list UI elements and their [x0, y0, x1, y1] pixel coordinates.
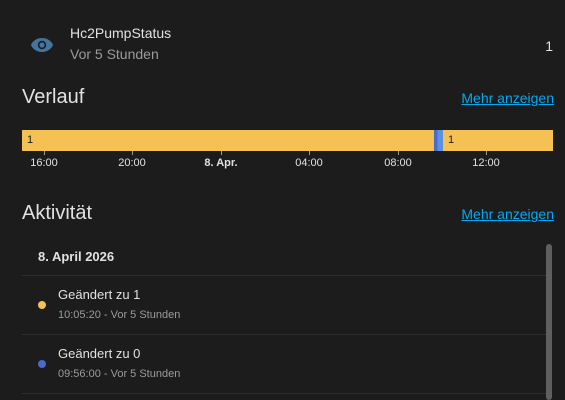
activity-log: 8. April 2026 Geändert zu 1 10:05:20 - V…: [22, 238, 547, 400]
entry-title: Geändert zu 0: [58, 346, 141, 361]
entry-time: 09:56:00 - Vor 5 Stunden: [58, 368, 181, 380]
timeline-segment-state-1[interactable]: 1: [22, 130, 434, 151]
entity-last-changed: Vor 5 Stunden: [70, 46, 159, 62]
axis-tick-mark: [44, 151, 45, 155]
state-dot: [38, 360, 46, 368]
axis-tick-mark: [486, 151, 487, 155]
log-entry[interactable]: Geändert zu 1 10:05:20 - Vor 5 Stunden: [22, 276, 547, 334]
timeline-segment-state-0[interactable]: [434, 130, 443, 151]
history-title: Verlauf: [22, 86, 85, 108]
eye-icon: [30, 37, 54, 53]
log-date-header: 8. April 2026: [38, 249, 115, 264]
activity-scrollbar[interactable]: [546, 244, 552, 400]
timeline-segment-label: 1: [27, 134, 34, 146]
axis-tick-label: 12:00: [472, 157, 500, 169]
axis-tick-mark: [132, 151, 133, 155]
axis-tick-label: 08:00: [384, 157, 412, 169]
history-more-link[interactable]: Mehr anzeigen: [461, 90, 554, 106]
entity-name: Hc2PumpStatus: [70, 25, 172, 41]
axis-tick-mark: [221, 151, 222, 155]
entry-time: 10:05:20 - Vor 5 Stunden: [58, 309, 181, 321]
timeline-segment-label: 1: [448, 134, 455, 146]
axis-tick-label: 16:00: [30, 157, 58, 169]
timeline-segment-state-1[interactable]: 1: [443, 130, 553, 151]
divider: [22, 393, 547, 394]
entity-state: 1: [545, 38, 553, 54]
log-entry[interactable]: Geändert zu 0 09:56:00 - Vor 5 Stunden: [22, 335, 547, 393]
entry-title: Geändert zu 1: [58, 287, 141, 302]
axis-tick-mark: [398, 151, 399, 155]
axis-tick-mark: [309, 151, 310, 155]
entity-row[interactable]: Hc2PumpStatus Vor 5 Stunden 1: [0, 18, 565, 70]
activity-more-link[interactable]: Mehr anzeigen: [461, 206, 554, 222]
axis-tick-label: 8. Apr.: [204, 157, 238, 169]
activity-title: Aktivität: [22, 202, 93, 224]
axis-tick-label: 04:00: [295, 157, 323, 169]
history-timeline[interactable]: 11: [22, 130, 553, 151]
axis-tick-label: 20:00: [118, 157, 146, 169]
state-dot: [38, 301, 46, 309]
